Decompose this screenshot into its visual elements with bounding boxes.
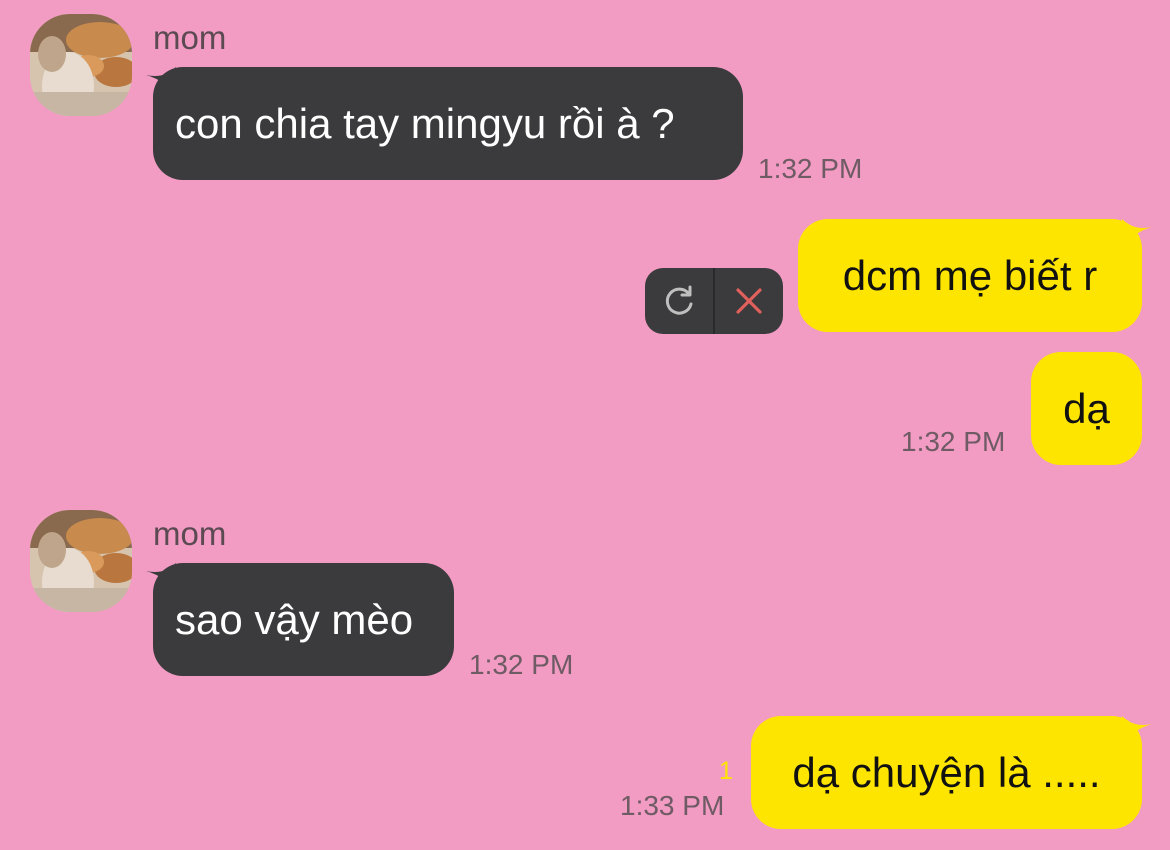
sender-name: mom bbox=[153, 19, 227, 56]
unread-count: 1 bbox=[719, 757, 733, 785]
close-icon bbox=[736, 288, 762, 314]
avatar[interactable] bbox=[30, 14, 132, 116]
message-bubble[interactable]: dcm mẹ biết r bbox=[798, 219, 1142, 332]
message-timestamp: 1:33 PM bbox=[620, 790, 725, 821]
message-bubble[interactable]: sao vậy mèo bbox=[153, 563, 454, 676]
sender-name: mom bbox=[153, 515, 227, 552]
retry-button[interactable] bbox=[645, 268, 713, 334]
avatar[interactable] bbox=[30, 510, 132, 612]
failed-message-actions bbox=[645, 268, 783, 334]
message-timestamp: 1:32 PM bbox=[758, 153, 863, 184]
message-bubble[interactable]: dạ chuyện là ..... bbox=[751, 716, 1142, 829]
refresh-icon bbox=[665, 285, 693, 315]
message-bubble[interactable]: con chia tay mingyu rồi à ? bbox=[153, 67, 743, 180]
message-timestamp: 1:32 PM bbox=[469, 649, 574, 680]
message-bubble[interactable]: dạ bbox=[1031, 352, 1142, 465]
message-timestamp: 1:32 PM bbox=[901, 426, 1006, 457]
delete-button[interactable] bbox=[715, 268, 783, 334]
